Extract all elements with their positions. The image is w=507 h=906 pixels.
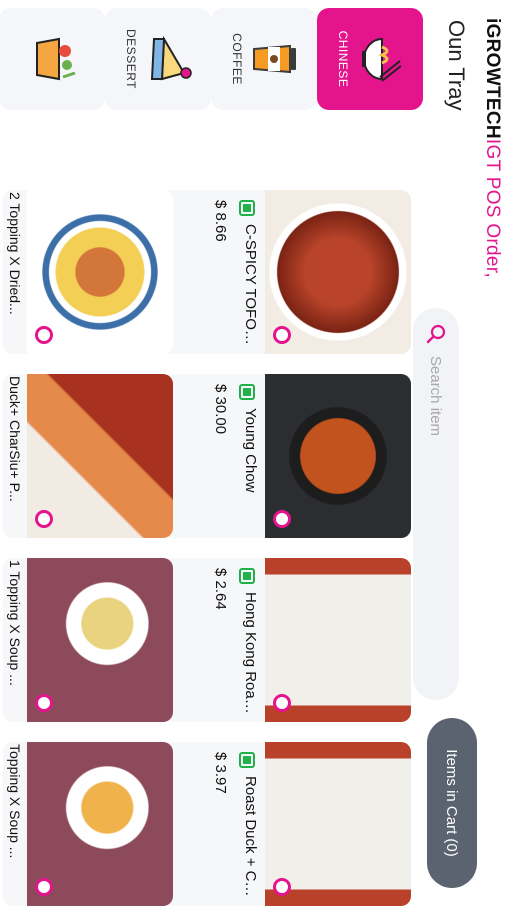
item-price: $ 30.00 <box>212 384 229 435</box>
category-dessert[interactable]: DESSERT <box>105 8 211 110</box>
item-name: Duck+ CharSiu+ P... <box>7 376 23 502</box>
veg-icon <box>239 384 255 400</box>
item-name: 2 Topping X Dried... <box>7 192 23 315</box>
table-name: Oun Tray <box>444 20 469 111</box>
info-icon[interactable] <box>35 694 53 712</box>
food-photo <box>265 558 411 722</box>
pos-screen: iGROWTECHIGT POS Order, Oun Tray Items i… <box>0 0 507 906</box>
category-label: COFFEE <box>230 33 244 85</box>
app-title: iGROWTECHIGT POS Order, <box>481 18 503 278</box>
menu-item-card[interactable]: Topping X Soup ... <box>3 742 173 906</box>
veg-icon <box>239 568 255 584</box>
item-price: $ 2.64 <box>212 568 229 610</box>
item-name: Hong Kong Roast ... <box>242 592 259 718</box>
coffee-cup-icon <box>253 44 296 74</box>
category-chinese[interactable]: CHINESE <box>317 8 423 110</box>
food-photo <box>27 190 173 354</box>
info-icon[interactable] <box>35 510 53 528</box>
info-icon[interactable] <box>35 326 53 344</box>
info-icon[interactable] <box>273 326 291 344</box>
item-price: $ 8.66 <box>212 200 229 242</box>
menu-grid: C-SPICY TOFOO... $ 8.66 Young Chow $ 30.… <box>3 142 411 906</box>
info-icon[interactable] <box>273 694 291 712</box>
search-input[interactable] <box>426 354 446 658</box>
item-price: $ 3.97 <box>212 752 229 794</box>
food-photo <box>27 374 173 538</box>
veg-icon <box>239 752 255 768</box>
brand-name: iGROWTECH <box>482 18 503 139</box>
veg-icon <box>239 200 255 216</box>
cake-icon <box>150 35 192 81</box>
item-name: Young Chow <box>242 408 259 493</box>
item-name: C-SPICY TOFOO... <box>242 224 259 350</box>
menu-item-card[interactable]: Young Chow $ 30.00 <box>163 374 411 538</box>
menu-item-card[interactable]: 1 Topping X Soup ... <box>3 558 173 722</box>
food-photo <box>265 742 411 906</box>
gift-basket-icon <box>36 37 76 81</box>
category-label: CHINESE <box>336 30 350 88</box>
category-list: CHINESE COFFEE DESSERT <box>0 8 423 110</box>
item-name: Roast Duck + Cha... <box>242 776 259 902</box>
noodle-bowl-icon <box>362 37 402 82</box>
item-name: Topping X Soup ... <box>7 744 23 859</box>
category-coffee[interactable]: COFFEE <box>211 8 317 110</box>
item-name: 1 Topping X Soup ... <box>7 560 23 686</box>
category-label: DESSERT <box>124 29 138 89</box>
title-text: IGT POS Order, <box>482 138 503 278</box>
menu-item-card[interactable]: Roast Duck + Cha... $ 3.97 <box>163 742 411 906</box>
info-icon[interactable] <box>273 878 291 896</box>
menu-item-card[interactable]: Duck+ CharSiu+ P... <box>3 374 173 538</box>
info-icon[interactable] <box>273 510 291 528</box>
food-photo <box>27 558 173 722</box>
search-bar[interactable] <box>413 308 459 700</box>
search-icon <box>426 324 446 344</box>
menu-item-card[interactable]: C-SPICY TOFOO... $ 8.66 <box>163 190 411 354</box>
menu-item-card[interactable]: 2 Topping X Dried... <box>3 190 173 354</box>
info-icon[interactable] <box>35 878 53 896</box>
food-photo <box>27 742 173 906</box>
food-photo <box>265 190 411 354</box>
food-photo <box>265 374 411 538</box>
cart-button[interactable]: Items in Cart (0) <box>427 718 477 888</box>
category-gifts[interactable] <box>0 8 105 110</box>
menu-item-card[interactable]: Hong Kong Roast ... $ 2.64 <box>163 558 411 722</box>
